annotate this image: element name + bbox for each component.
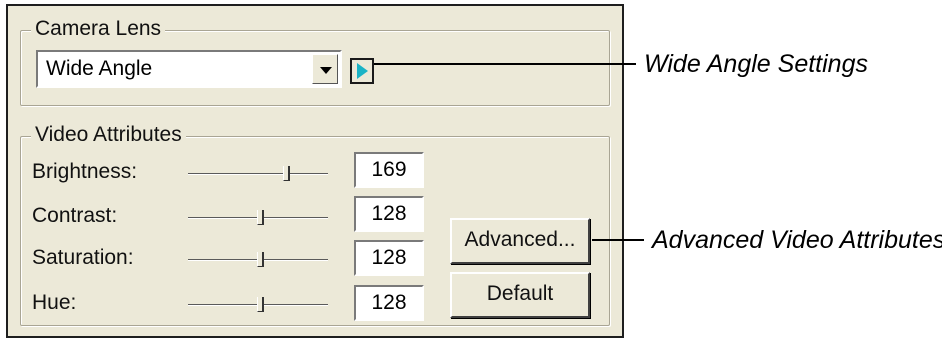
slider-thumb[interactable] — [257, 297, 264, 312]
advanced-callout: Advanced Video Attributes — [652, 226, 942, 254]
advanced-callout-line — [592, 239, 644, 241]
contrast-slider[interactable] — [188, 208, 328, 228]
default-button[interactable]: Default — [450, 272, 590, 318]
saturation-slider[interactable] — [188, 250, 328, 270]
saturation-value-field[interactable]: 128 — [354, 240, 424, 276]
advanced-button[interactable]: Advanced... — [450, 218, 590, 264]
wide-angle-callout-line — [374, 63, 636, 65]
saturation-label: Saturation: — [32, 246, 134, 269]
hue-value-field[interactable]: 128 — [354, 285, 424, 321]
hue-label: Hue: — [32, 291, 77, 314]
dropdown-arrow-button[interactable] — [312, 54, 338, 84]
camera-lens-title: Camera Lens — [31, 17, 166, 41]
brightness-value-field[interactable]: 169 — [354, 152, 424, 188]
slider-thumb[interactable] — [257, 210, 264, 225]
slider-thumb[interactable] — [283, 166, 290, 181]
video-attributes-title: Video Attributes — [31, 123, 186, 147]
wide-angle-callout: Wide Angle Settings — [644, 50, 868, 78]
brightness-label: Brightness: — [32, 160, 138, 183]
slider-thumb[interactable] — [257, 252, 264, 267]
contrast-value-field[interactable]: 128 — [354, 196, 424, 232]
chevron-down-icon — [320, 67, 332, 74]
brightness-slider[interactable] — [188, 164, 328, 184]
settings-panel: Camera Lens Wide Angle Video Attributes … — [6, 4, 624, 338]
play-arrow-icon — [357, 63, 368, 79]
slider-track — [188, 173, 328, 175]
camera-lens-dropdown[interactable]: Wide Angle — [36, 50, 342, 88]
hue-slider[interactable] — [188, 295, 328, 315]
contrast-label: Contrast: — [32, 204, 118, 227]
wide-angle-settings-button[interactable] — [350, 58, 374, 84]
camera-lens-value: Wide Angle — [46, 57, 153, 80]
